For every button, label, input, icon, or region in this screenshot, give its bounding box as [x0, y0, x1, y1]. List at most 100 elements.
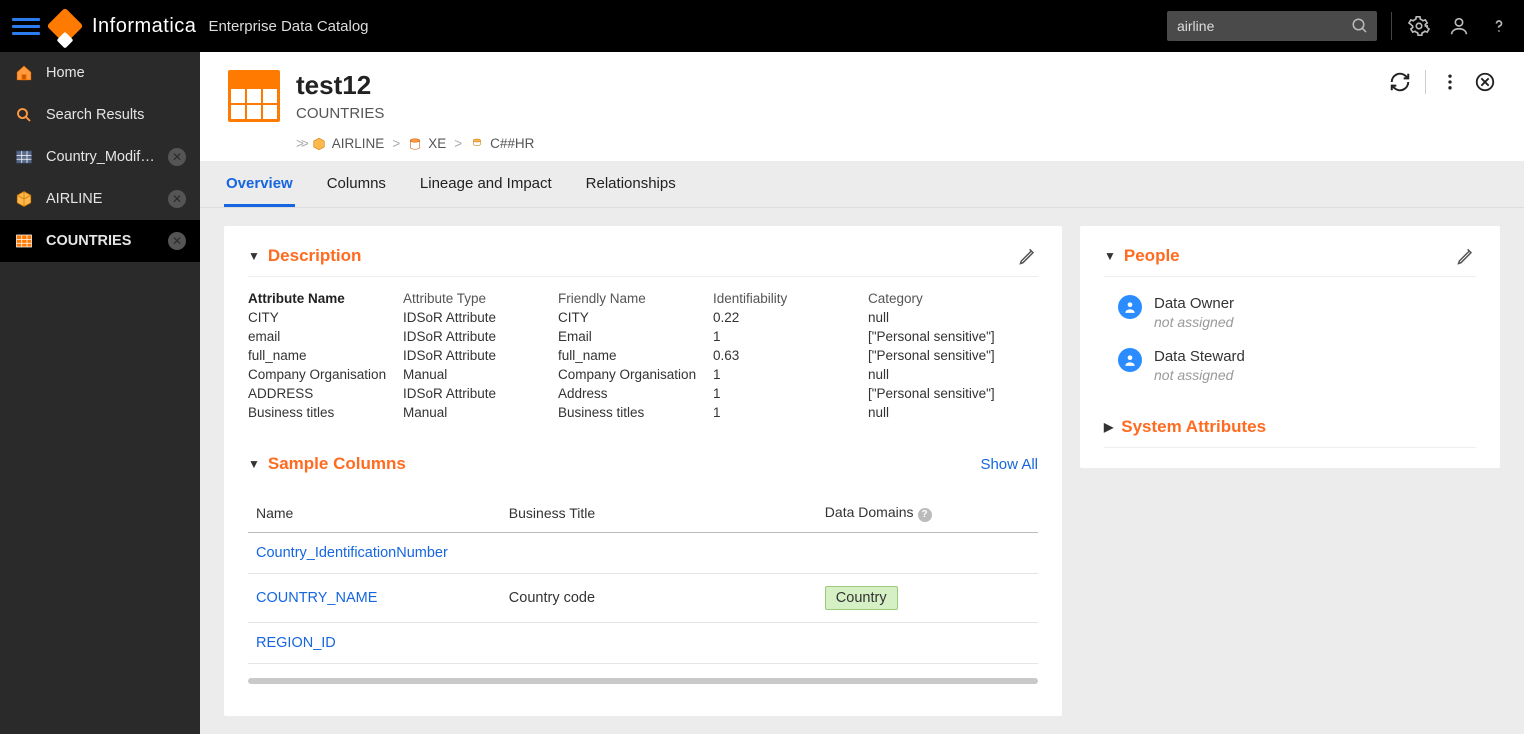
breadcrumb-root-icon: >>	[296, 136, 306, 151]
column-link[interactable]: COUNTRY_NAME	[256, 590, 377, 606]
cell	[501, 533, 817, 574]
col-header: Identifiability	[713, 291, 868, 306]
user-icon[interactable]	[1446, 13, 1472, 39]
pencil-icon[interactable]	[1018, 246, 1038, 266]
tab-overview[interactable]: Overview	[224, 161, 295, 207]
sidebar-item-airline[interactable]: AIRLINE ✕	[0, 178, 200, 220]
more-icon[interactable]	[1440, 72, 1460, 92]
section-title: System Attributes	[1121, 417, 1266, 437]
cell: email	[248, 329, 403, 344]
tab-lineage[interactable]: Lineage and Impact	[418, 161, 554, 207]
sidebar-item-label: COUNTRIES	[46, 233, 156, 249]
cell: Manual	[403, 405, 558, 420]
cell: full_name	[248, 348, 403, 363]
cell: Country	[817, 574, 1038, 623]
role-value: not assigned	[1154, 314, 1234, 330]
help-icon[interactable]	[1486, 13, 1512, 39]
people-role: Data Owner not assigned	[1118, 295, 1476, 330]
sidebar: Home Search Results Country_Modified ✕ A…	[0, 52, 200, 734]
chevron-right-icon: >	[390, 136, 402, 151]
breadcrumb-item[interactable]: XE	[428, 136, 446, 151]
refresh-icon[interactable]	[1389, 71, 1411, 93]
close-icon[interactable]: ✕	[168, 148, 186, 166]
section-people-header[interactable]: ▼ People	[1104, 246, 1476, 277]
table-row: Country_IdentificationNumber	[248, 533, 1038, 574]
column-link[interactable]: REGION_ID	[256, 635, 336, 651]
col-header: Category	[868, 291, 998, 306]
cell: 1	[713, 386, 868, 401]
section-description-header[interactable]: ▼ Description	[248, 246, 1038, 277]
asset-header: test12 COUNTRIES >> AIRLINE > XE > C##HR	[200, 52, 1524, 161]
divider	[1391, 12, 1392, 40]
brand-name: Informatica	[92, 15, 196, 38]
breadcrumb-item[interactable]: AIRLINE	[332, 136, 385, 151]
database-icon	[408, 137, 422, 151]
main-card: ▼ Description Attribute Name Attribute T…	[224, 226, 1062, 716]
cell: Manual	[403, 367, 558, 382]
table-icon	[14, 147, 34, 167]
horizontal-scrollbar[interactable]	[248, 678, 1038, 684]
col-header: Data Domains?	[817, 494, 1038, 533]
section-sample-columns-header[interactable]: ▼ Sample Columns Show All	[248, 454, 1038, 484]
sidebar-item-label: Home	[46, 65, 186, 81]
sidebar-item-label: AIRLINE	[46, 191, 156, 207]
table-icon	[14, 231, 34, 251]
description-table: Attribute Name Attribute Type Friendly N…	[248, 291, 1038, 420]
close-icon[interactable]: ✕	[168, 232, 186, 250]
close-icon[interactable]: ✕	[168, 190, 186, 208]
cell: null	[868, 367, 998, 382]
gear-icon[interactable]	[1406, 13, 1432, 39]
cell: null	[868, 405, 998, 420]
tab-columns[interactable]: Columns	[325, 161, 388, 207]
cell: Address	[558, 386, 713, 401]
cell: CITY	[248, 310, 403, 325]
cell: ["Personal sensitive"]	[868, 386, 998, 401]
cell: Business titles	[558, 405, 713, 420]
column-link[interactable]: Country_IdentificationNumber	[256, 545, 448, 561]
section-system-attributes-header[interactable]: ▶ System Attributes	[1104, 417, 1476, 448]
sidebar-item-country-modified[interactable]: Country_Modified ✕	[0, 136, 200, 178]
cell: 1	[713, 367, 868, 382]
breadcrumb: >> AIRLINE > XE > C##HR	[296, 136, 1496, 151]
cell: CITY	[558, 310, 713, 325]
sample-columns-table: Name Business Title Data Domains? Countr…	[248, 494, 1038, 664]
col-header: Business Title	[501, 494, 817, 533]
chevron-right-icon: >	[452, 136, 464, 151]
search-input[interactable]	[1167, 11, 1377, 41]
sidebar-item-home[interactable]: Home	[0, 52, 200, 94]
sidebar-item-search-results[interactable]: Search Results	[0, 94, 200, 136]
search-icon	[14, 105, 34, 125]
asset-table-icon	[228, 70, 280, 122]
show-all-link[interactable]: Show All	[980, 456, 1038, 473]
global-search	[1167, 11, 1377, 41]
search-icon[interactable]	[1351, 17, 1369, 35]
pencil-icon[interactable]	[1456, 246, 1476, 266]
hamburger-menu-icon[interactable]	[12, 12, 40, 40]
collapse-icon: ▼	[248, 457, 260, 471]
cell: 1	[713, 329, 868, 344]
cell: ADDRESS	[248, 386, 403, 401]
cell: Email	[558, 329, 713, 344]
breadcrumb-item[interactable]: C##HR	[490, 136, 534, 151]
cell: 0.63	[713, 348, 868, 363]
help-icon[interactable]: ?	[918, 508, 932, 522]
main-content: test12 COUNTRIES >> AIRLINE > XE > C##HR	[200, 52, 1524, 734]
cell: Company Organisation	[248, 367, 403, 382]
cell: 1	[713, 405, 868, 420]
data-domain-badge[interactable]: Country	[825, 586, 898, 610]
asset-subtitle: COUNTRIES	[296, 105, 384, 122]
cell	[501, 623, 817, 664]
section-title: Description	[268, 246, 362, 266]
collapse-icon: ▼	[248, 249, 260, 263]
product-name: Enterprise Data Catalog	[208, 18, 368, 35]
col-header: Friendly Name	[558, 291, 713, 306]
people-role: Data Steward not assigned	[1118, 348, 1476, 383]
tab-relationships[interactable]: Relationships	[584, 161, 678, 207]
cell: IDSoR Attribute	[403, 310, 558, 325]
people-card: ▼ People Data Owner not assigned	[1080, 226, 1500, 468]
sidebar-item-countries[interactable]: COUNTRIES ✕	[0, 220, 200, 262]
close-icon[interactable]	[1474, 71, 1496, 93]
role-value: not assigned	[1154, 367, 1245, 383]
section-title: Sample Columns	[268, 454, 406, 474]
home-icon	[14, 63, 34, 83]
